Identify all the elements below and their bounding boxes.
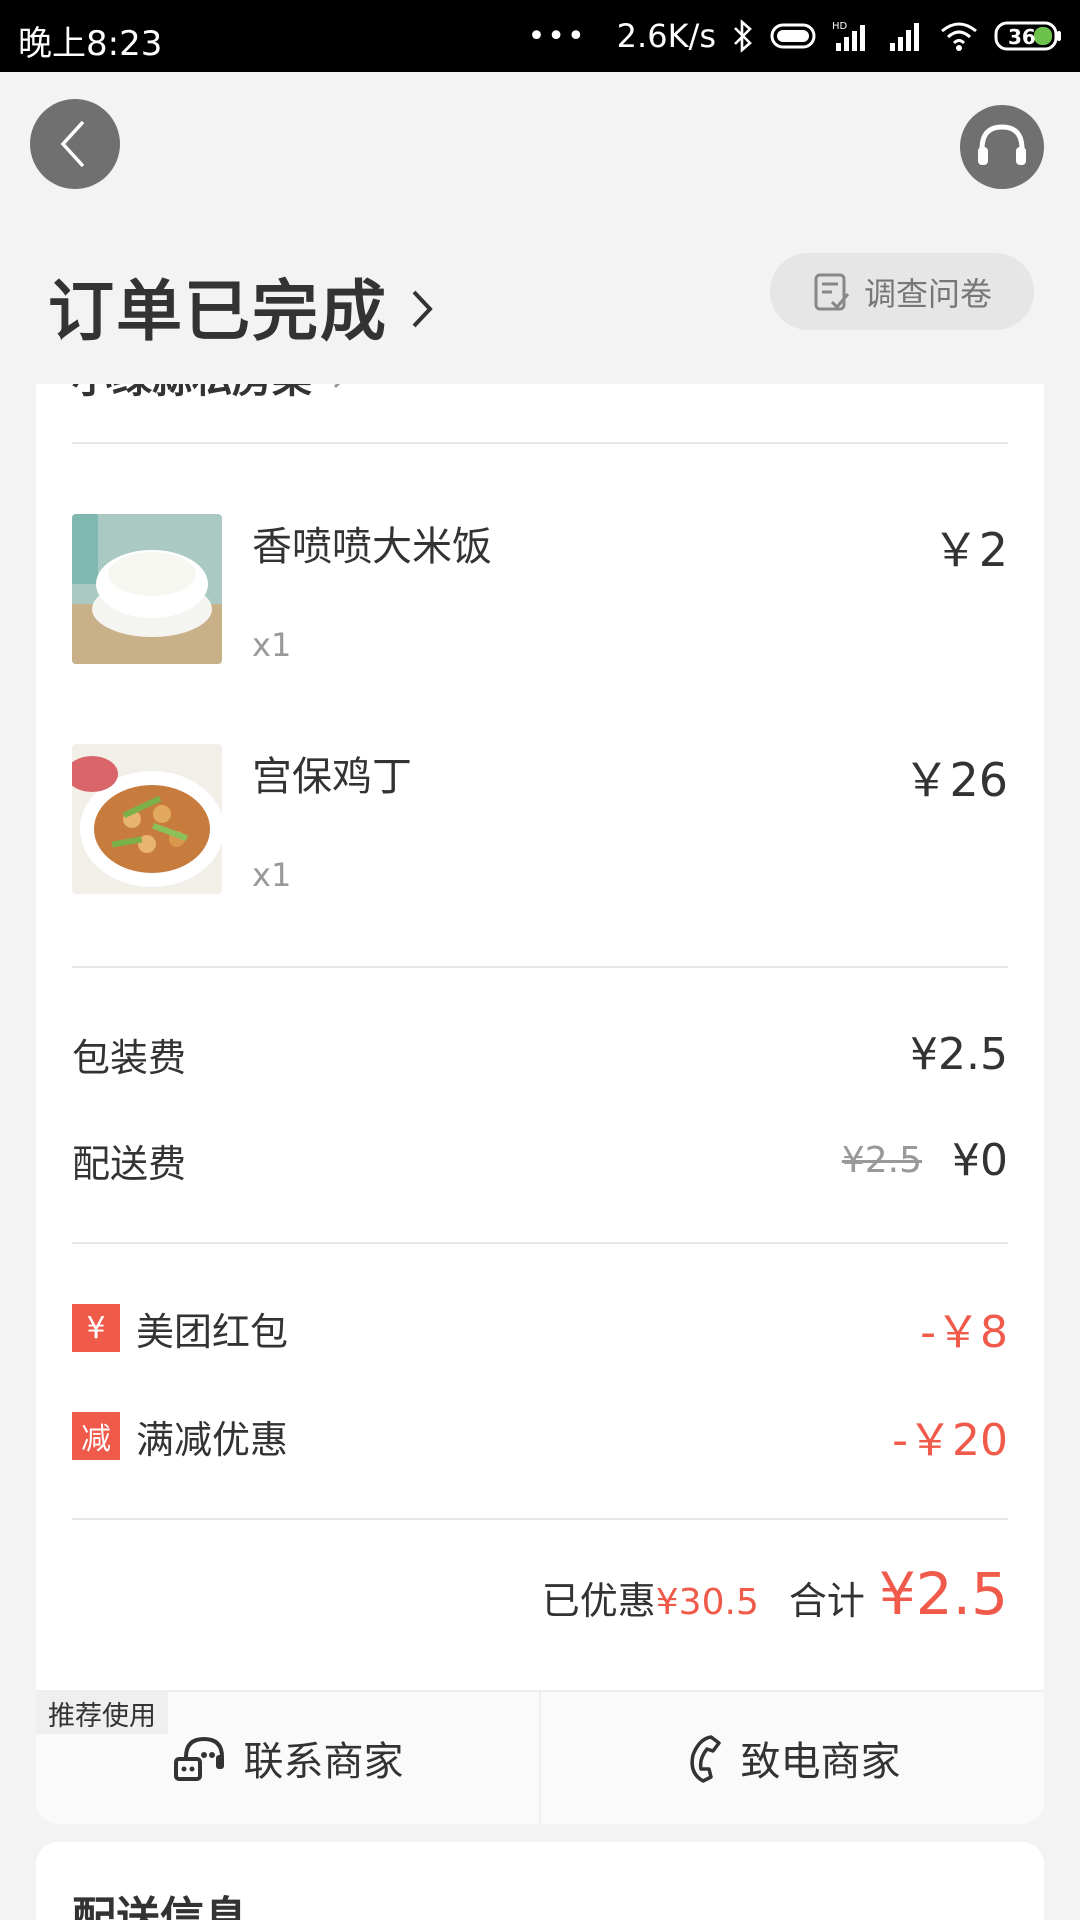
item-price: ￥26 [903,753,1008,807]
total-label: 合计 [788,1579,865,1623]
packing-fee-value: ¥2.5 [910,1028,1008,1080]
saved-label: 已优惠 [541,1579,656,1623]
full-reduction-tag: 减 [72,1412,120,1460]
survey-button[interactable]: 调查问卷 [770,253,1034,330]
item-name: 宫保鸡丁 [252,754,412,800]
saved-value: ¥30.5 [655,1582,759,1623]
customer-service-button[interactable] [960,105,1044,189]
divider [72,442,1008,444]
full-reduction-row: 减 满减优惠 -￥20 [72,1406,1008,1466]
packing-fee-label: 包装费 [72,1035,187,1080]
headset-icon [978,124,1026,165]
recommend-badge: 推荐使用 [36,1692,168,1734]
chevron-right-icon [412,290,433,328]
order-card: 小绿蒜私房菜 香喷喷大米饭 x1 ￥2 [36,384,1044,1824]
full-reduction-label: 满减优惠 [136,1417,289,1462]
merchant-name-row[interactable]: 小绿蒜私房菜 [72,384,350,404]
rice-image [72,514,222,664]
status-time: 晚上8:23 [18,24,163,64]
red-packet-tag: ¥ [72,1304,120,1352]
order-status-title[interactable]: 订单已完成 [48,258,434,354]
svg-text:HD: HD [832,21,848,32]
merchant-name: 小绿蒜私房菜 [72,384,312,404]
battery-level: 36 [1008,25,1036,49]
more-dots-icon: ••• [527,18,587,54]
red-packet-label: 美团红包 [136,1309,289,1354]
signal-icon [888,21,924,51]
call-merchant-button[interactable]: 致电商家 [539,1692,1044,1824]
delivery-info-card: 配送信息 [36,1842,1044,1920]
red-packet-value: -￥8 [920,1307,1008,1358]
order-item: 香喷喷大米饭 x1 ￥2 [72,514,1008,664]
item-price: ￥2 [932,523,1008,577]
divider [72,966,1008,968]
item-quantity: x1 [252,626,292,664]
back-button[interactable] [30,99,120,189]
chat-headset-icon [173,1736,224,1781]
merchant-actions: 推荐使用 联系商家 致电商家 [36,1690,1044,1824]
phone-icon [689,1735,721,1783]
page-title: 订单已完成 [48,273,388,350]
divider [72,1518,1008,1520]
divider [72,1242,1008,1244]
full-reduction-value: -￥20 [892,1415,1008,1466]
packing-fee-row: 包装费 ¥2.5 [72,1024,1008,1084]
delivery-fee-label: 配送费 [72,1141,187,1186]
order-item: 宫保鸡丁 x1 ￥26 [72,744,1008,894]
delivery-fee-value: ¥0 [952,1134,1008,1186]
kung-pao-chicken-image [72,744,222,894]
survey-label: 调查问卷 [863,274,992,313]
delivery-fee-row: 配送费 ¥2.5 ¥0 [72,1130,1008,1190]
red-packet-row: ¥ 美团红包 -￥8 [72,1298,1008,1358]
delivery-fee-original: ¥2.5 [841,1139,922,1181]
total-row: 已优惠 ¥30.5 合计 ¥2.5 [542,1560,1008,1628]
item-quantity: x1 [252,856,292,894]
battery-icon: 36 [994,20,1062,52]
hd-signal-icon: HD [832,19,872,53]
network-speed: 2.6K/s [616,17,716,55]
item-name: 香喷喷大米饭 [252,524,492,570]
chevron-left-icon [60,120,85,168]
call-merchant-label: 致电商家 [740,1739,901,1785]
bluetooth-icon [732,19,754,53]
chevron-right-icon [333,384,341,389]
delivery-info-title: 配送信息 [72,1893,248,1920]
wifi-icon [940,21,978,51]
survey-icon [814,273,850,310]
total-value: ¥2.5 [878,1560,1008,1628]
contact-merchant-label: 联系商家 [243,1739,404,1785]
toggle-icon [770,22,816,50]
status-bar: 晚上8:23 ••• 2.6K/s HD 36 [0,0,1080,72]
